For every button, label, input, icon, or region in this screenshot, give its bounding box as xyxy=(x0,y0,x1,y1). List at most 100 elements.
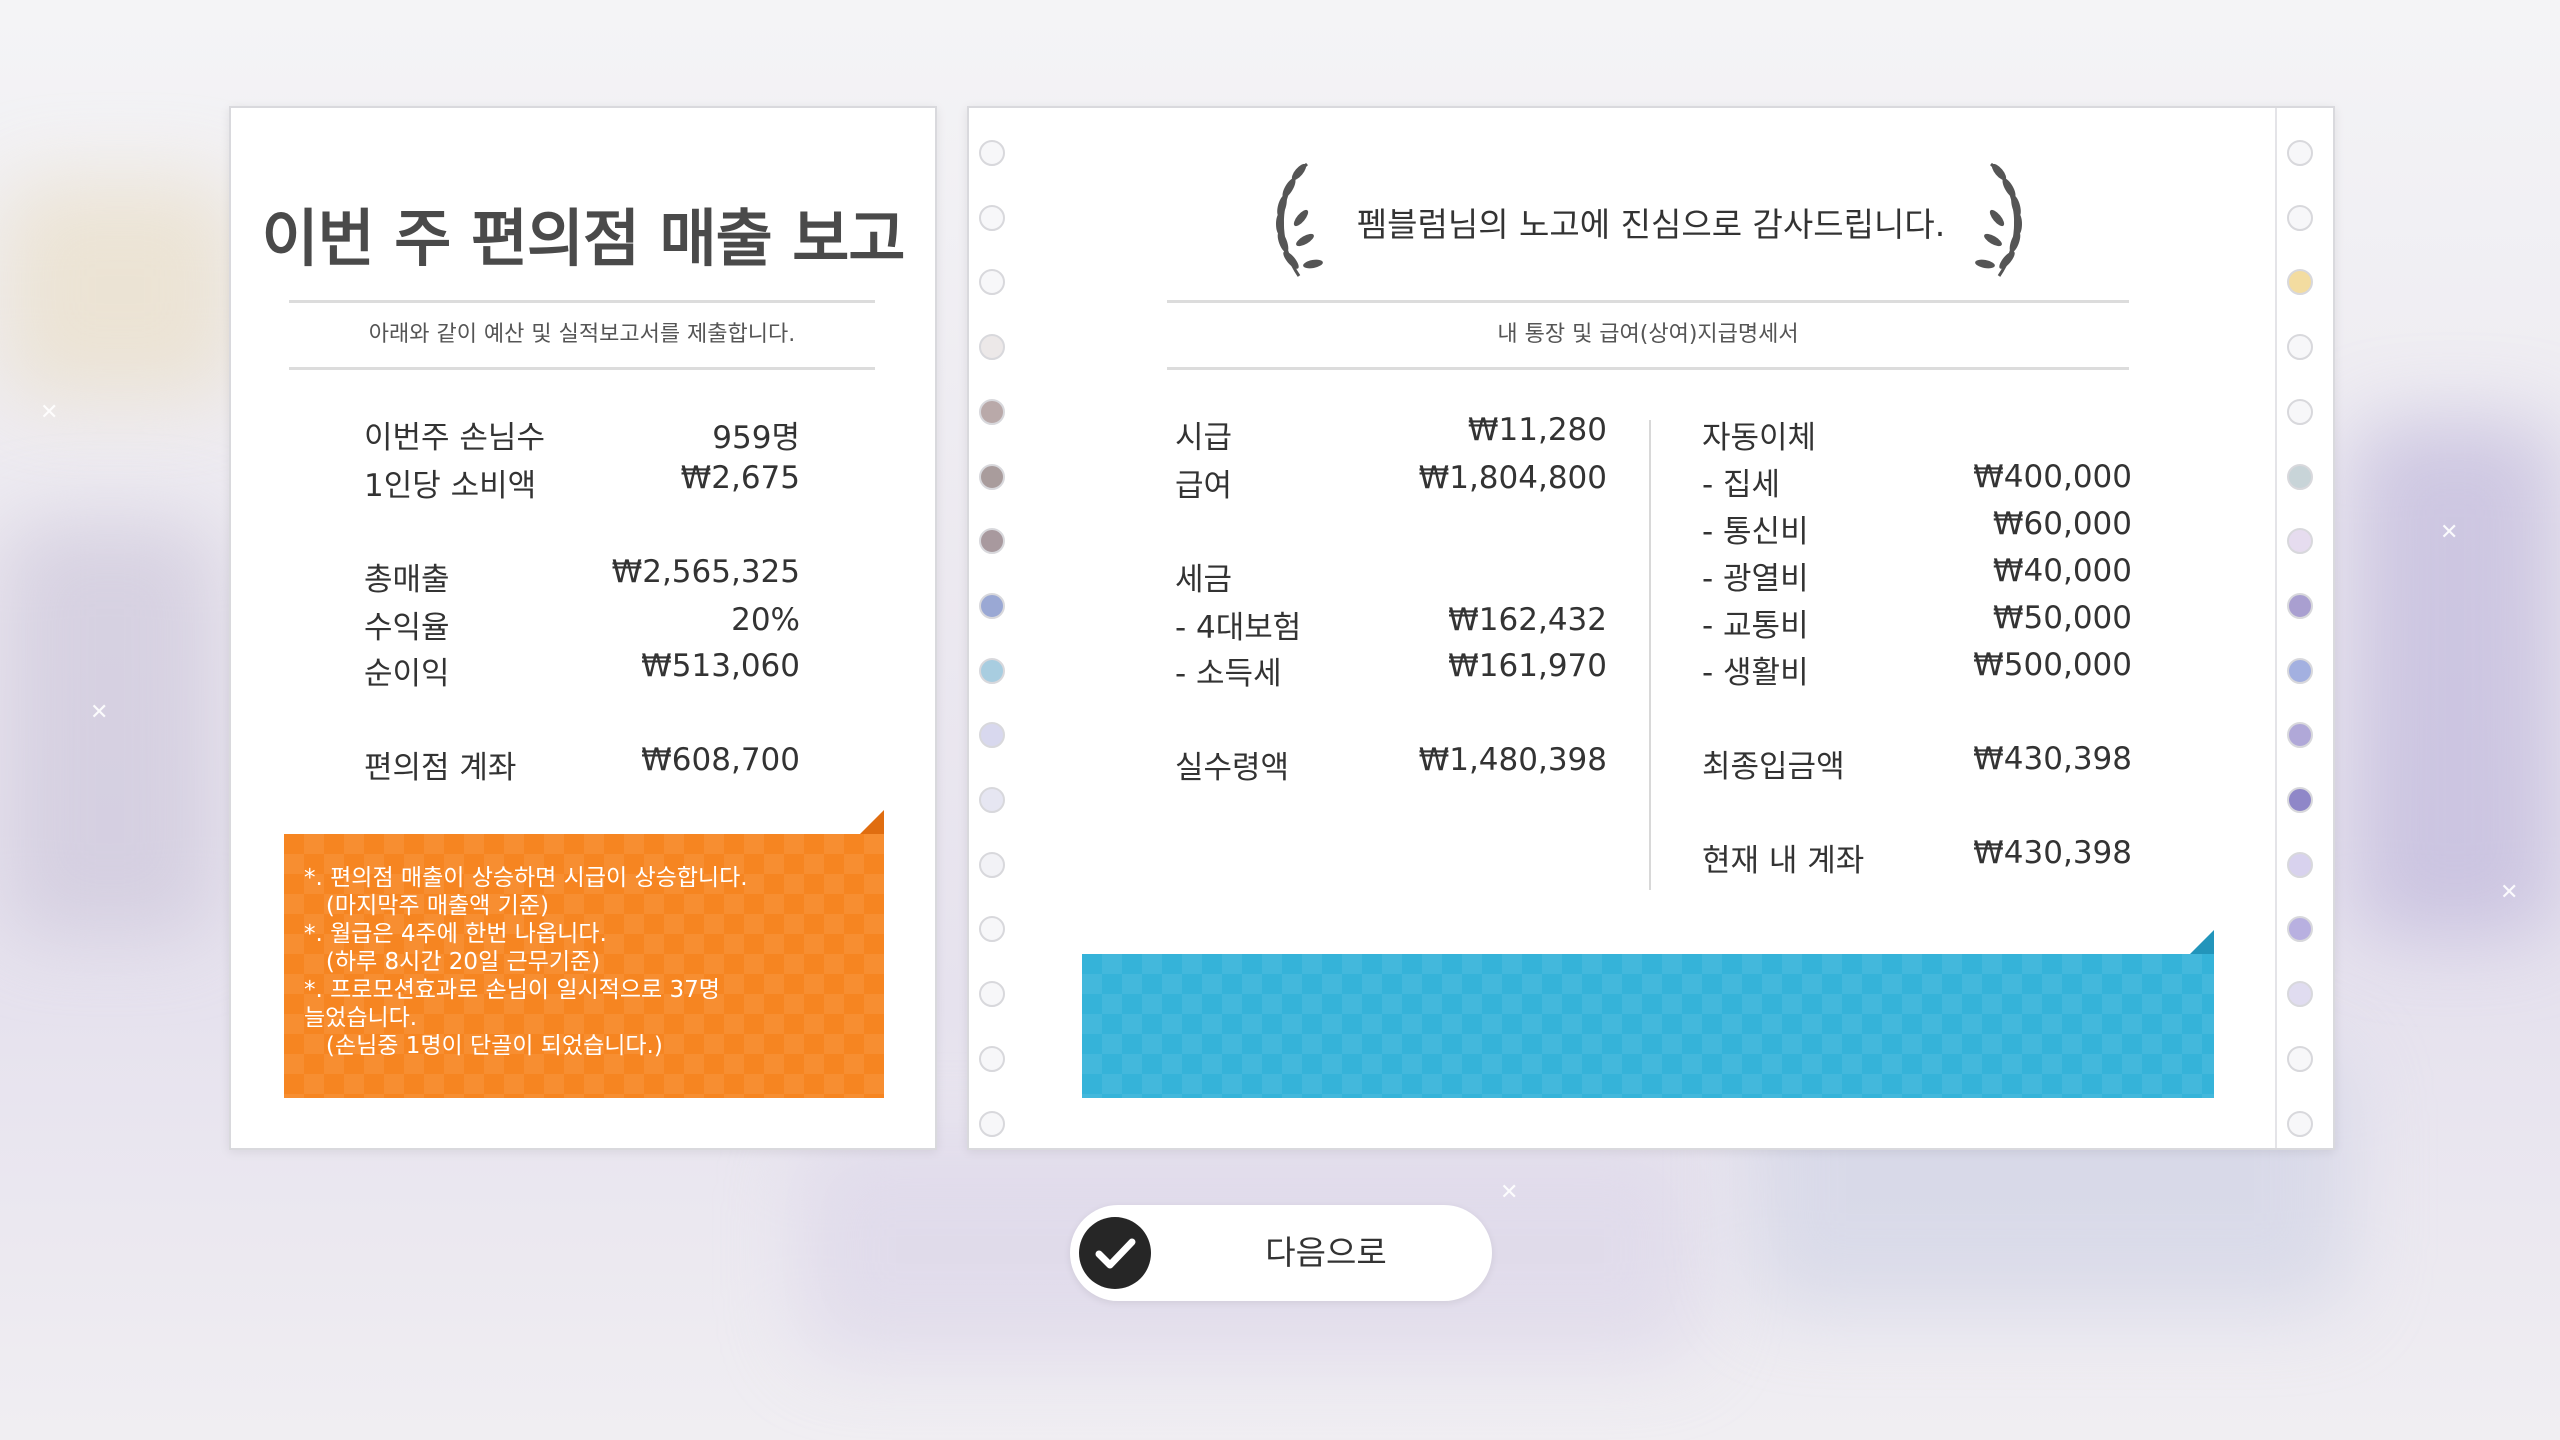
box-fold xyxy=(2190,930,2214,954)
row-label: 실수령액 xyxy=(1175,750,1290,786)
row-label: 1인당 소비액 xyxy=(364,468,537,504)
transfer-row: - 집세 ₩400,000 xyxy=(1702,459,2132,504)
row-value: ₩608,700 xyxy=(641,742,800,778)
report-row: 편의점 계좌 ₩608,700 xyxy=(364,742,800,787)
binder-hole xyxy=(979,140,1005,166)
row-label: - 집세 xyxy=(1702,467,1781,503)
binder-hole xyxy=(979,722,1005,749)
binder-hole xyxy=(979,269,1005,296)
row-label: 급여 xyxy=(1175,468,1233,504)
binder-hole xyxy=(979,916,1005,943)
row-value: ₩2,675 xyxy=(680,460,800,496)
binder-hole xyxy=(2287,916,2313,943)
row-label: - 광열비 xyxy=(1702,561,1809,597)
pay-row: 세금 xyxy=(1175,554,1607,599)
report-row: 1인당 소비액 ₩2,675 xyxy=(364,460,800,505)
transfer-row: 현재 내 계좌 ₩430,398 xyxy=(1702,835,2132,880)
transfer-row: 최종입금액 ₩430,398 xyxy=(1702,741,2132,786)
report-row: 총매출 ₩2,565,325 xyxy=(364,554,800,599)
binder-hole xyxy=(979,981,1005,1008)
row-label: 세금 xyxy=(1175,562,1233,598)
row-label: 총매출 xyxy=(364,562,450,598)
thanks-message: 펨블럼님의 노고에 진심으로 감사드립니다. xyxy=(1356,205,1946,244)
pay-row: - 소득세 ₩161,970 xyxy=(1175,648,1607,693)
row-value: ₩430,398 xyxy=(1973,741,2132,777)
pay-row: 실수령액 ₩1,480,398 xyxy=(1175,742,1607,787)
binder-hole xyxy=(2287,592,2313,619)
row-label: - 교통비 xyxy=(1702,608,1809,644)
row-value: ₩60,000 xyxy=(1992,506,2132,542)
row-label: - 통신비 xyxy=(1702,514,1809,550)
row-value: ₩513,060 xyxy=(641,648,800,684)
binder-hole xyxy=(2287,787,2313,813)
binder-hole xyxy=(979,592,1005,619)
binder-hole xyxy=(979,851,1005,878)
row-value: 959명 xyxy=(712,420,800,456)
column-divider xyxy=(1649,420,1651,890)
note-text: *. 편의점 매출이 상승하면 시급이 상승합니다. (마지막주 매출액 기준)… xyxy=(304,865,748,1059)
transfer-row: - 생활비 ₩500,000 xyxy=(1702,647,2132,692)
pay-row: 시급 ₩11,280 xyxy=(1175,412,1607,457)
row-label: 이번주 손님수 xyxy=(364,420,545,456)
binder-hole xyxy=(2287,1045,2313,1072)
pay-row: 급여 ₩1,804,800 xyxy=(1175,460,1607,505)
report-row: 수익율 20% xyxy=(364,602,800,647)
check-icon xyxy=(1079,1217,1151,1289)
row-value: ₩1,804,800 xyxy=(1418,460,1607,496)
binder-hole xyxy=(979,787,1005,813)
binder-hole xyxy=(979,528,1005,555)
report-row: 이번주 손님수 959명 xyxy=(364,412,800,457)
binder-hole xyxy=(2287,981,2313,1008)
row-label: 시급 xyxy=(1175,420,1233,456)
row-label: 자동이체 xyxy=(1702,420,1817,456)
transfer-row: 자동이체 xyxy=(1702,412,2132,457)
binder-hole xyxy=(2287,463,2313,490)
row-value: ₩40,000 xyxy=(1992,553,2132,589)
next-button-label: 다음으로 xyxy=(1265,1233,1387,1272)
row-value: ₩161,970 xyxy=(1448,648,1607,684)
transfer-row: - 통신비 ₩60,000 xyxy=(1702,506,2132,551)
binder-hole xyxy=(2287,657,2313,684)
row-label: 현재 내 계좌 xyxy=(1702,843,1865,879)
row-label: 수익율 xyxy=(364,610,450,646)
row-value: ₩162,432 xyxy=(1448,602,1607,638)
row-value: ₩11,280 xyxy=(1467,412,1607,448)
binder-hole xyxy=(979,1110,1005,1137)
row-value: ₩2,565,325 xyxy=(611,554,800,590)
row-label: 최종입금액 xyxy=(1702,749,1845,785)
binder-hole xyxy=(2287,334,2313,361)
next-button[interactable]: 다음으로 xyxy=(1070,1205,1492,1301)
binder-hole xyxy=(2287,528,2313,555)
note-fold xyxy=(860,810,884,834)
report-title: 이번 주 편의점 매출 보고 xyxy=(261,202,906,275)
row-value: ₩430,398 xyxy=(1973,835,2132,871)
binder-hole xyxy=(2287,1110,2313,1137)
binder-hole xyxy=(979,657,1005,684)
binder-hole xyxy=(979,1045,1005,1072)
row-label: - 생활비 xyxy=(1702,655,1809,691)
report-row: 순이익 ₩513,060 xyxy=(364,648,800,693)
row-value: ₩1,480,398 xyxy=(1418,742,1607,778)
row-value: ₩500,000 xyxy=(1973,647,2132,683)
pay-row: - 4대보험 ₩162,432 xyxy=(1175,602,1607,647)
binder-hole xyxy=(2287,140,2313,166)
payslip-panel: 펨블럼님의 노고에 진심으로 감사드립니다. 내 통장 및 급여(상여)지급명세… xyxy=(967,106,2335,1150)
binder-hole xyxy=(979,334,1005,361)
payslip-subtitle: 내 통장 및 급여(상여)지급명세서 xyxy=(1167,300,2129,370)
transfer-row: - 교통비 ₩50,000 xyxy=(1702,600,2132,645)
row-label: 순이익 xyxy=(364,656,450,692)
binder-hole xyxy=(979,463,1005,490)
row-label: 편의점 계좌 xyxy=(364,750,517,786)
info-note: *. 편의점 매출이 상승하면 시급이 상승합니다. (마지막주 매출액 기준)… xyxy=(284,810,884,1098)
message-box xyxy=(1082,930,2214,1098)
row-value: ₩400,000 xyxy=(1973,459,2132,495)
transfer-row: - 광열비 ₩40,000 xyxy=(1702,553,2132,598)
binder-hole xyxy=(2287,269,2313,296)
row-value: ₩50,000 xyxy=(1992,600,2132,636)
row-label: - 소득세 xyxy=(1175,656,1282,692)
sales-report-panel: 이번 주 편의점 매출 보고 아래와 같이 예산 및 실적보고서를 제출합니다.… xyxy=(229,106,937,1150)
page-edge xyxy=(2275,108,2277,1148)
binder-hole xyxy=(2287,722,2313,749)
row-value: 20% xyxy=(731,602,800,638)
report-subtitle: 아래와 같이 예산 및 실적보고서를 제출합니다. xyxy=(289,300,875,370)
